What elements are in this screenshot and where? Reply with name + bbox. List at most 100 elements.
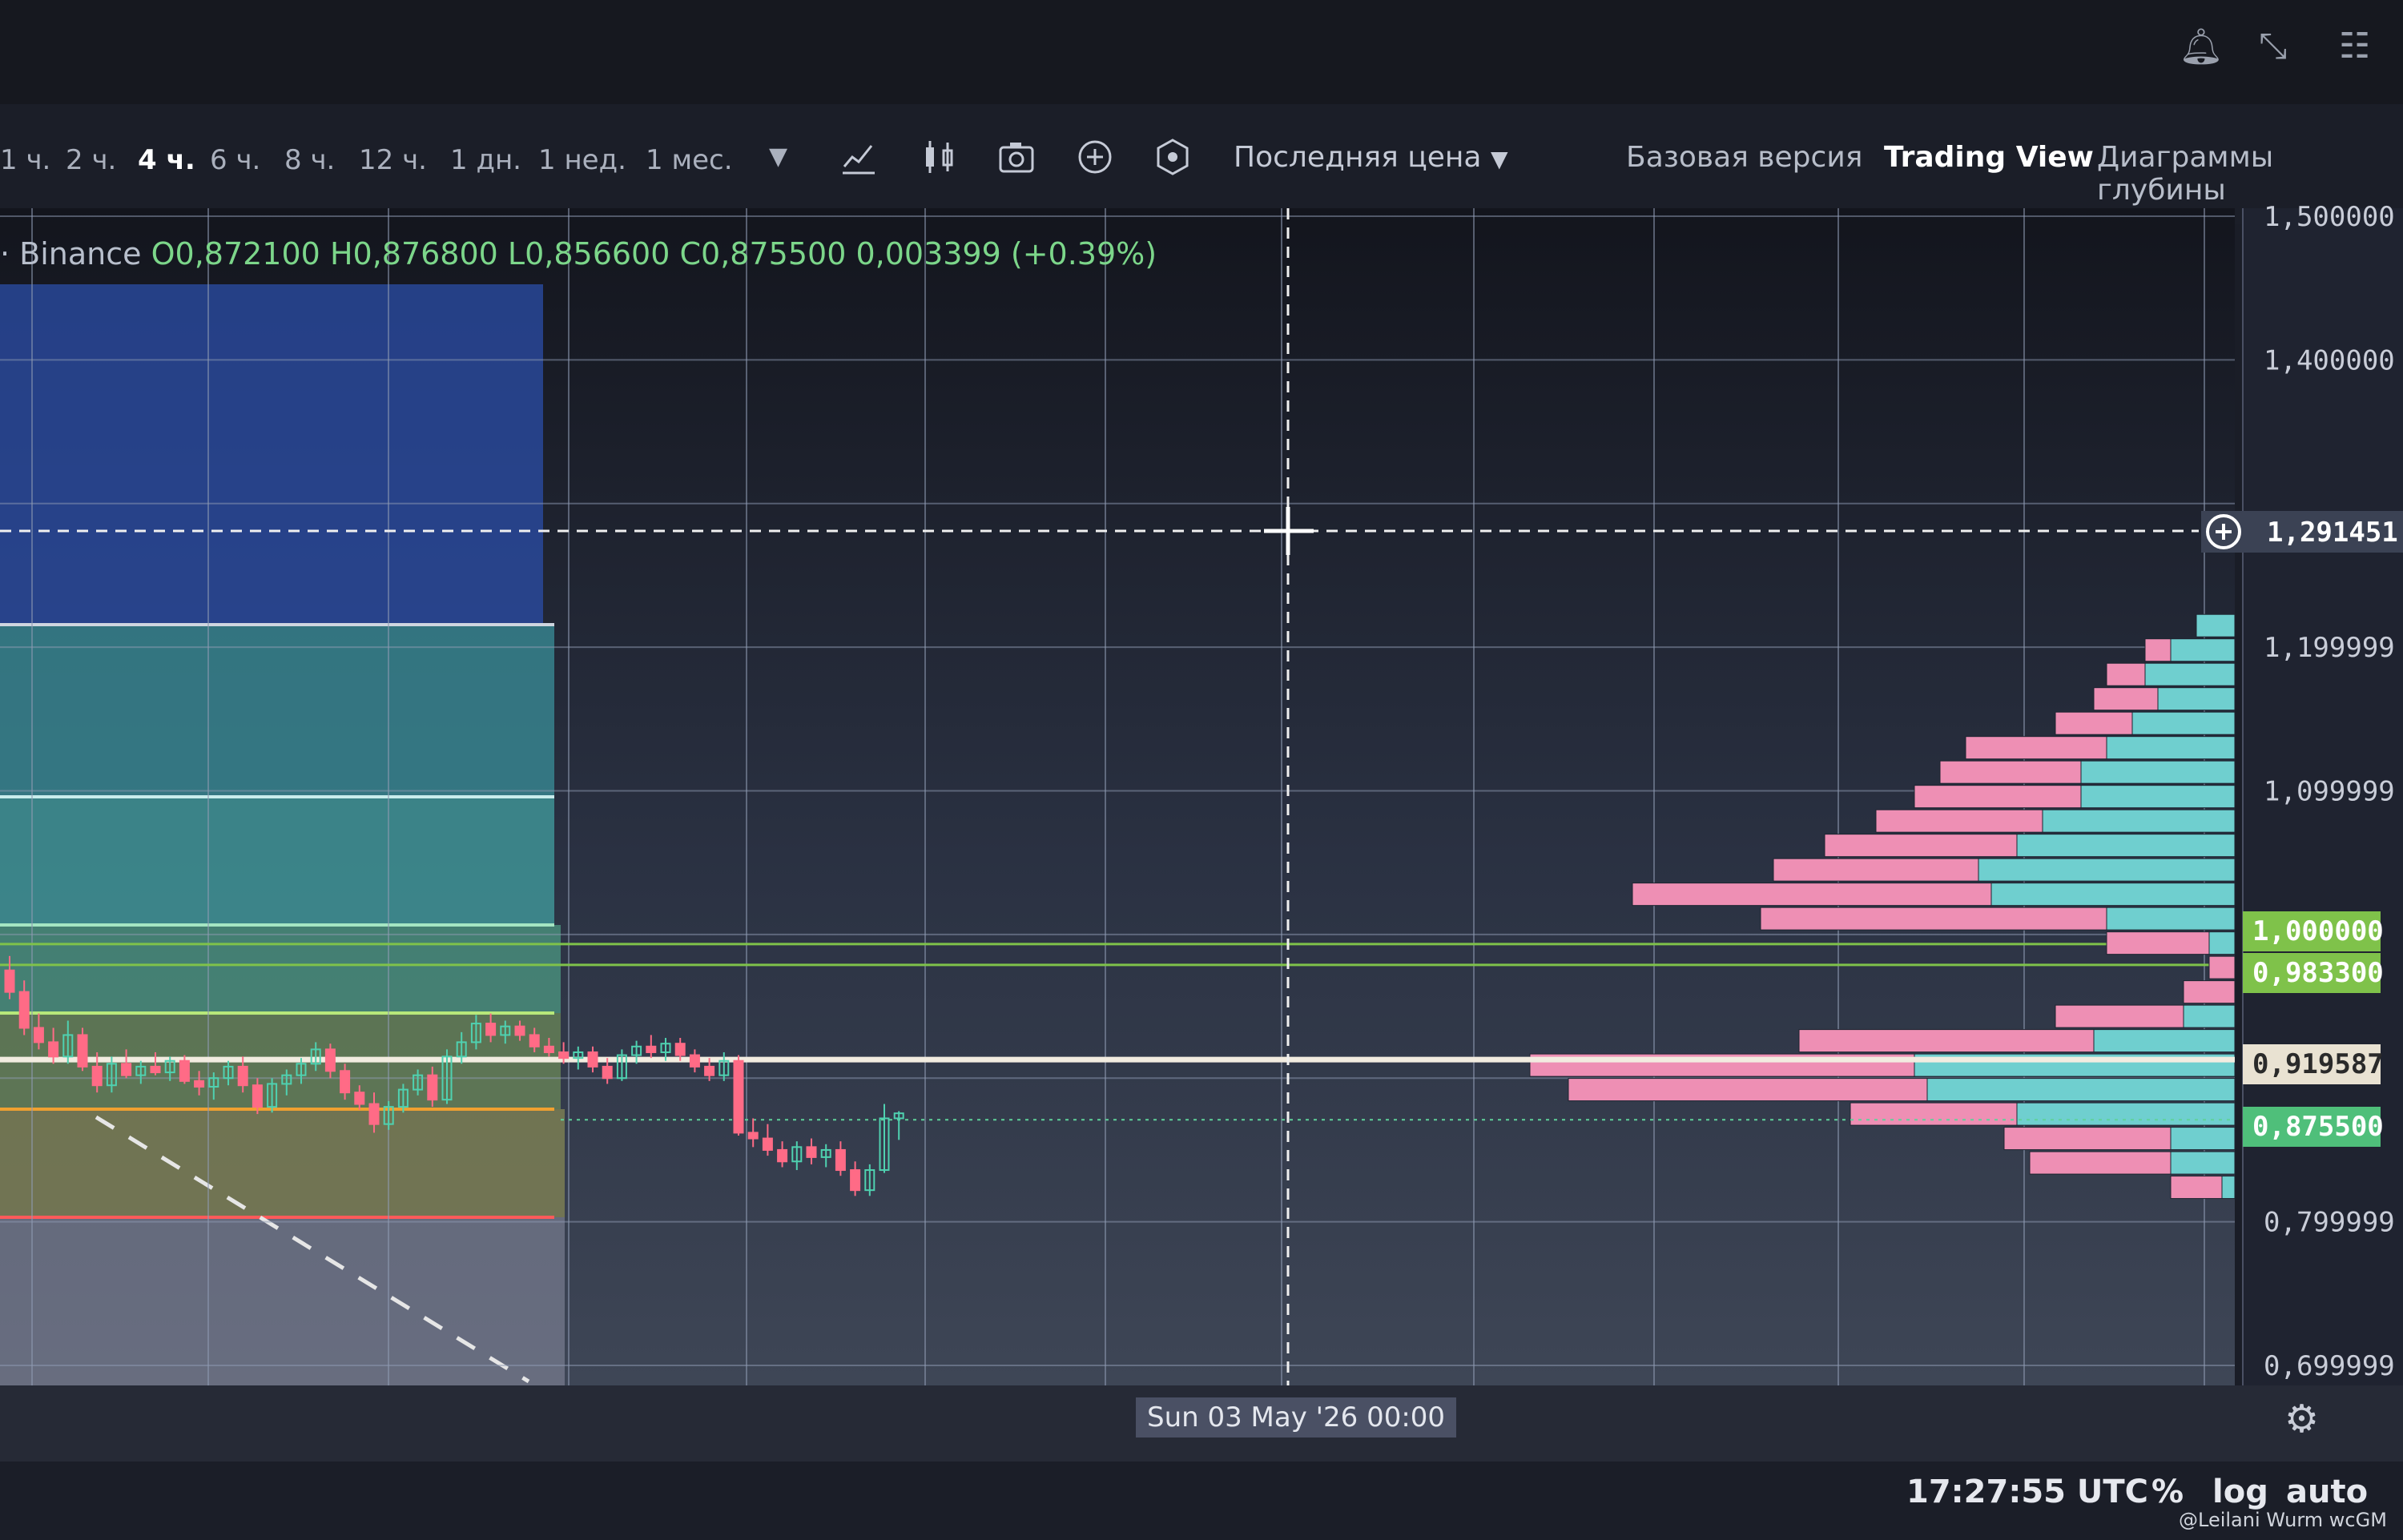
candle-body-41 bbox=[602, 1065, 613, 1080]
profile-buy-3 bbox=[2157, 687, 2236, 711]
price-tag-label-1: 0,983300 bbox=[2252, 957, 2384, 989]
zone-yellow bbox=[0, 1109, 565, 1217]
profile-sell-1 bbox=[2144, 638, 2172, 662]
watermark: @Leilani Wurm wcGM bbox=[2179, 1509, 2387, 1531]
profile-sell-8 bbox=[1875, 809, 2043, 833]
candle-body-29 bbox=[427, 1074, 438, 1101]
y-tick-label: 1,199999 bbox=[2264, 632, 2395, 664]
profile-buy-9 bbox=[2016, 834, 2236, 858]
low-value: L0,856600 bbox=[507, 236, 670, 271]
change-value: 0,003399 (+0.39%) bbox=[855, 236, 1157, 271]
zone-teal-mid bbox=[0, 797, 554, 925]
profile-buy-12 bbox=[2106, 907, 2236, 931]
candle-body-57 bbox=[835, 1148, 846, 1172]
zone-gray bbox=[0, 1217, 565, 1385]
profile-buy-22 bbox=[2170, 1151, 2236, 1175]
price-chart[interactable]: 1,500000 1,400000 1,199999 1,099999 0,799999… bbox=[0, 0, 2403, 1540]
candle-body-37 bbox=[543, 1045, 554, 1053]
profile-buy-10 bbox=[1978, 858, 2236, 882]
profile-buy-6 bbox=[2080, 760, 2236, 784]
high-value: H0,876800 bbox=[329, 236, 498, 271]
price-tag-label-2: 0,919587 bbox=[2252, 1048, 2384, 1080]
candle-body-36 bbox=[529, 1034, 540, 1047]
candle-body-51 bbox=[747, 1132, 759, 1140]
profile-sell-2 bbox=[2106, 662, 2146, 686]
profile-sell-9 bbox=[1824, 834, 2018, 858]
candle-body-13 bbox=[194, 1080, 205, 1088]
profile-sell-21 bbox=[2003, 1127, 2172, 1151]
log-toggle[interactable]: log bbox=[2212, 1474, 2268, 1510]
candle-body-24 bbox=[354, 1092, 365, 1105]
profile-sell-19 bbox=[1568, 1078, 1928, 1102]
candle-body-50 bbox=[733, 1060, 744, 1134]
profile-buy-16 bbox=[2183, 1004, 2236, 1028]
auto-toggle[interactable]: auto bbox=[2286, 1474, 2368, 1510]
candle-body-40 bbox=[587, 1051, 598, 1068]
candle-body-46 bbox=[674, 1043, 686, 1056]
candle-body-35 bbox=[514, 1025, 525, 1036]
candle-body-8 bbox=[121, 1063, 132, 1076]
profile-buy-0 bbox=[2196, 613, 2236, 637]
open-value: O0,872100 bbox=[151, 236, 320, 271]
profile-buy-1 bbox=[2170, 638, 2236, 662]
profile-sell-11 bbox=[1632, 883, 1992, 907]
price-tag-label-0: 1,000000 bbox=[2252, 915, 2384, 947]
profile-sell-4 bbox=[2055, 711, 2133, 735]
candle-body-38 bbox=[558, 1051, 570, 1060]
candle-body-53 bbox=[777, 1148, 788, 1163]
profile-sell-17 bbox=[1798, 1029, 2095, 1053]
profile-buy-7 bbox=[2080, 785, 2236, 809]
candle-body-6 bbox=[91, 1065, 103, 1087]
candle-body-17 bbox=[252, 1084, 263, 1108]
percent-toggle[interactable]: % bbox=[2151, 1474, 2184, 1510]
profile-sell-15 bbox=[2183, 980, 2236, 1004]
candle-body-3 bbox=[48, 1041, 59, 1058]
candle-body-12 bbox=[179, 1060, 190, 1082]
profile-buy-8 bbox=[2042, 809, 2236, 833]
y-tick-label: 1,400000 bbox=[2264, 344, 2395, 376]
profile-buy-11 bbox=[1990, 883, 2236, 907]
exchange-label: · Binance bbox=[0, 236, 142, 271]
crosshair-date-label: Sun 03 May '26 00:00 bbox=[1136, 1397, 1457, 1437]
profile-sell-7 bbox=[1914, 785, 2082, 809]
candle-body-25 bbox=[368, 1103, 380, 1125]
profile-sell-5 bbox=[1965, 736, 2107, 760]
profile-sell-14 bbox=[2208, 955, 2236, 979]
candle-body-33 bbox=[485, 1023, 497, 1036]
candle-body-0 bbox=[4, 969, 15, 993]
gear-icon[interactable]: ⚙ bbox=[2284, 1397, 2319, 1441]
profile-buy-13 bbox=[2208, 931, 2236, 955]
candle-body-16 bbox=[237, 1065, 248, 1087]
candle-body-58 bbox=[850, 1169, 861, 1192]
profile-sell-10 bbox=[1773, 858, 1979, 882]
y-tick-label: 1,099999 bbox=[2264, 776, 2395, 808]
candle-body-23 bbox=[340, 1070, 351, 1094]
y-tick-label: 0,699999 bbox=[2264, 1350, 2395, 1382]
profile-buy-5 bbox=[2106, 736, 2236, 760]
price-tag-label-3: 0,875500 bbox=[2252, 1111, 2384, 1143]
candle-body-52 bbox=[762, 1137, 773, 1151]
profile-buy-19 bbox=[1926, 1078, 2236, 1102]
candle-body-47 bbox=[689, 1054, 700, 1068]
profile-sell-6 bbox=[1939, 760, 2082, 784]
profile-sell-22 bbox=[2029, 1151, 2172, 1175]
candle-body-22 bbox=[324, 1048, 336, 1072]
crosshair-price-label: 1,291451 bbox=[2267, 517, 2398, 549]
profile-buy-21 bbox=[2170, 1127, 2236, 1151]
y-tick-label: 1,500000 bbox=[2264, 201, 2395, 233]
zone-teal-upper bbox=[0, 625, 554, 797]
close-value: C0,875500 bbox=[679, 236, 847, 271]
candle-body-10 bbox=[150, 1065, 161, 1074]
candle-body-55 bbox=[806, 1146, 817, 1158]
y-tick-label: 0,799999 bbox=[2264, 1207, 2395, 1239]
profile-sell-3 bbox=[2093, 687, 2159, 711]
candle-body-48 bbox=[704, 1065, 715, 1076]
profile-sell-16 bbox=[2055, 1004, 2184, 1028]
profile-sell-20 bbox=[1850, 1102, 2018, 1126]
candle-body-5 bbox=[77, 1034, 88, 1068]
zone-blue bbox=[0, 284, 543, 625]
profile-sell-12 bbox=[1760, 907, 2107, 931]
clock-utc: 17:27:55 UTC bbox=[1906, 1474, 2149, 1510]
profile-sell-23 bbox=[2170, 1176, 2223, 1200]
ohlc-legend: · Binance O0,872100 H0,876800 L0,856600 … bbox=[0, 236, 1157, 271]
